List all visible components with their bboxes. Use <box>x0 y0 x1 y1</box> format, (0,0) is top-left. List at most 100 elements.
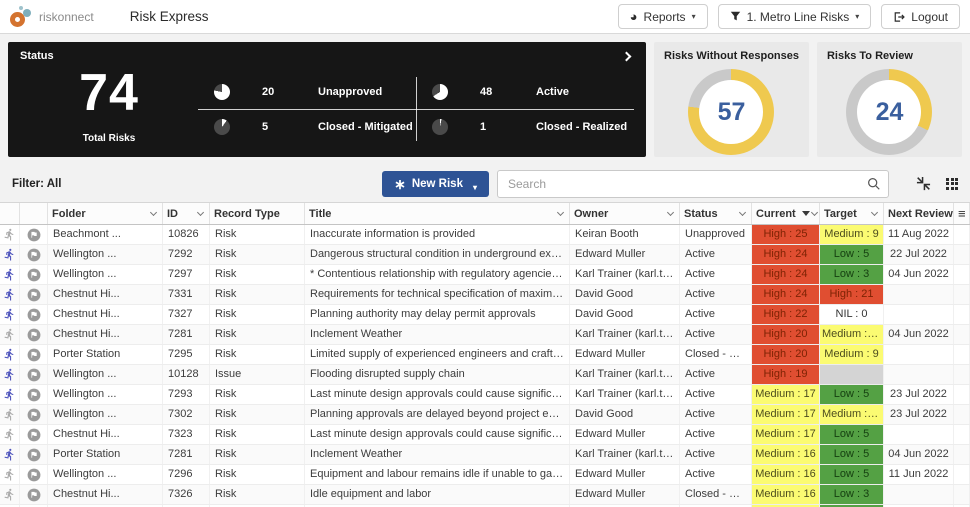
runner-action-icon[interactable] <box>0 405 20 424</box>
runner-action-icon[interactable] <box>0 265 20 284</box>
flag-action-icon[interactable] <box>20 325 48 344</box>
cell-record-type: Risk <box>210 325 305 344</box>
column-header-record-type[interactable]: Record Type <box>210 203 305 224</box>
view-filter-button[interactable]: 1. Metro Line Risks ▾ <box>717 4 872 29</box>
column-header-id[interactable]: ID <box>163 203 210 224</box>
table-row[interactable]: Chestnut Hi... 7326 Risk Idle equipment … <box>0 485 970 505</box>
grid-view-icon[interactable] <box>946 177 958 190</box>
runner-icon <box>4 248 14 261</box>
runner-action-icon[interactable] <box>0 385 20 404</box>
column-header-target[interactable]: Target <box>820 203 884 224</box>
flag-action-icon[interactable] <box>20 365 48 384</box>
column-header-flag <box>20 203 48 224</box>
gauge-risks-without-responses[interactable]: Risks Without Responses 57 <box>654 42 809 157</box>
cell-id: 7297 <box>163 265 210 284</box>
flag-action-icon[interactable] <box>20 425 48 444</box>
table-row[interactable]: Chestnut Hi... 7327 Risk Planning author… <box>0 305 970 325</box>
runner-action-icon[interactable] <box>0 245 20 264</box>
runner-action-icon[interactable] <box>0 345 20 364</box>
cell-status: Active <box>680 265 752 284</box>
table-row[interactable]: Wellington ... 7297 Risk * Contentious r… <box>0 265 970 285</box>
flag-action-icon[interactable] <box>20 305 48 324</box>
cell-record-type: Risk <box>210 485 305 504</box>
table-row[interactable]: Porter Station 7295 Risk Limited supply … <box>0 345 970 365</box>
cell-status: Active <box>680 425 752 444</box>
runner-action-icon[interactable] <box>0 305 20 324</box>
runner-action-icon[interactable] <box>0 225 20 244</box>
cell-owner: Karl Trainer (karl.trainer@... <box>570 365 680 384</box>
flag-action-icon[interactable] <box>20 225 48 244</box>
cell-menu <box>954 385 970 404</box>
flag-action-icon[interactable] <box>20 345 48 364</box>
runner-action-icon[interactable] <box>0 325 20 344</box>
flag-action-icon[interactable] <box>20 245 48 264</box>
table-row[interactable]: Wellington ... 10128 Issue Flooding disr… <box>0 365 970 385</box>
view-filter-label: 1. Metro Line Risks <box>746 9 850 24</box>
cell-owner: Keiran Booth <box>570 225 680 244</box>
hamburger-icon: ≡ <box>958 206 966 221</box>
table-row[interactable]: Wellington ... 7296 Risk Equipment and l… <box>0 465 970 485</box>
cell-title: Equipment and labour remains idle if una… <box>305 465 570 484</box>
search-input[interactable] <box>497 169 889 198</box>
cell-status: Active <box>680 245 752 264</box>
filter-chevron-icon[interactable] <box>666 208 675 217</box>
column-header-owner[interactable]: Owner <box>570 203 680 224</box>
gauge-risks-to-review[interactable]: Risks To Review 24 <box>816 42 962 157</box>
column-header-folder[interactable]: Folder <box>48 203 163 224</box>
cell-id: 10128 <box>163 365 210 384</box>
filter-chevron-icon[interactable] <box>870 208 879 217</box>
table-menu-button[interactable]: ≡ <box>954 203 970 224</box>
runner-action-icon[interactable] <box>0 365 20 384</box>
cell-owner: Karl Trainer (karl.trainer@... <box>570 445 680 464</box>
table-row[interactable]: Beachmont ... 10826 Risk Inaccurate info… <box>0 225 970 245</box>
search-icon[interactable] <box>867 177 881 191</box>
filter-chevron-icon[interactable] <box>196 208 205 217</box>
runner-action-icon[interactable] <box>0 425 20 444</box>
flag-icon <box>27 348 40 361</box>
logout-button[interactable]: Logout <box>881 4 960 29</box>
cell-record-type: Risk <box>210 445 305 464</box>
table-row[interactable]: Wellington ... 7302 Risk Planning approv… <box>0 405 970 425</box>
filter-chevron-icon[interactable] <box>738 208 747 217</box>
flag-action-icon[interactable] <box>20 405 48 424</box>
table-row[interactable]: Wellington ... 7292 Risk Dangerous struc… <box>0 245 970 265</box>
filter-chevron-icon[interactable] <box>556 208 565 217</box>
table-row[interactable]: Chestnut Hi... 7323 Risk Last minute des… <box>0 425 970 445</box>
flag-action-icon[interactable] <box>20 265 48 284</box>
table-row[interactable]: Porter Station 7281 Risk Inclement Weath… <box>0 445 970 465</box>
cell-status: Active <box>680 365 752 384</box>
flag-action-icon[interactable] <box>20 485 48 504</box>
cell-title: Idle equipment and labor <box>305 485 570 504</box>
flag-action-icon[interactable] <box>20 445 48 464</box>
table-row[interactable]: Wellington ... 7293 Risk Last minute des… <box>0 385 970 405</box>
status-expand-chevron-icon[interactable] <box>621 51 632 61</box>
flag-action-icon[interactable] <box>20 385 48 404</box>
new-risk-button[interactable]: ∗ New Risk ▾ <box>382 170 489 197</box>
runner-action-icon[interactable] <box>0 465 20 484</box>
cell-record-type: Risk <box>210 425 305 444</box>
cell-current-rating: High : 22 <box>752 305 820 324</box>
flag-action-icon[interactable] <box>20 285 48 304</box>
cell-current-rating: Medium : 17 <box>752 405 820 424</box>
cell-next-review <box>884 485 954 504</box>
runner-action-icon[interactable] <box>0 445 20 464</box>
column-header-title[interactable]: Title <box>305 203 570 224</box>
column-header-next-review[interactable]: Next Review <box>884 203 954 224</box>
filter-chevron-icon[interactable] <box>149 208 158 217</box>
reports-button[interactable]: ◕ Reports ▾ <box>617 4 708 29</box>
column-header-status[interactable]: Status <box>680 203 752 224</box>
runner-icon <box>4 288 14 301</box>
flag-action-icon[interactable] <box>20 465 48 484</box>
runner-action-icon[interactable] <box>0 485 20 504</box>
pie-chart-icon: ◕ <box>629 9 638 24</box>
column-header-current[interactable]: Current <box>752 203 820 224</box>
status-stat-active: 48 Active <box>416 74 634 109</box>
new-risk-button-label: New Risk <box>411 177 463 190</box>
table-row[interactable]: Chestnut Hi... 7331 Risk Requirements fo… <box>0 285 970 305</box>
collapse-icon[interactable] <box>916 176 931 191</box>
table-row[interactable]: Chestnut Hi... 7281 Risk Inclement Weath… <box>0 325 970 345</box>
runner-action-icon[interactable] <box>0 285 20 304</box>
cell-menu <box>954 345 970 364</box>
filter-chevron-icon[interactable] <box>810 208 818 217</box>
cell-target-rating: Medium : 9 <box>820 225 884 244</box>
